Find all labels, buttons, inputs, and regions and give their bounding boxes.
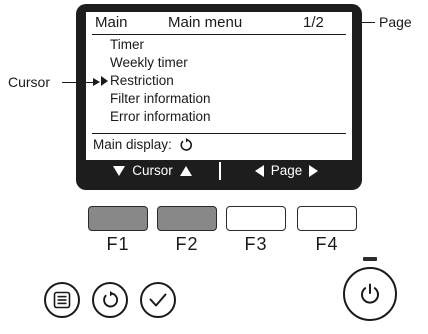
cursor-callout: Cursor	[8, 74, 51, 90]
cursor-arrow-icon	[101, 76, 108, 86]
operation-lamp	[363, 257, 377, 261]
menu-item-label: Weekly timer	[110, 55, 188, 70]
menu-button[interactable]	[44, 282, 80, 318]
lcd-panel: Main Main menu 1/2 Timer Weekly timer Re…	[86, 12, 352, 182]
return-icon	[103, 291, 119, 308]
function-bar: Cursor Page	[86, 160, 352, 182]
menu-item-label: Filter information	[110, 91, 211, 106]
return-button[interactable]	[92, 282, 128, 318]
f1-label: F1	[106, 234, 130, 254]
menu-item-weekly-timer[interactable]: Weekly timer	[86, 54, 352, 72]
main-display-hint: Main display:	[93, 135, 193, 155]
f4-label: F4	[315, 234, 339, 254]
page-hint-label: Page	[270, 163, 303, 178]
triangle-right-icon	[309, 165, 319, 177]
page-indicator: 1/2	[303, 14, 324, 31]
menu-item-label: Timer	[110, 37, 144, 52]
menu-icon	[53, 291, 71, 309]
cursor-callout-arrow-icon	[93, 78, 100, 86]
f2-button[interactable]	[157, 206, 217, 231]
f4-button[interactable]	[297, 206, 357, 231]
header-main-label: Main	[95, 14, 128, 31]
f3-label: F3	[244, 234, 268, 254]
screen-title: Main menu	[168, 14, 243, 31]
header-divider	[92, 34, 346, 35]
return-icon	[180, 138, 192, 151]
triangle-left-icon	[254, 165, 264, 177]
f3-button[interactable]	[226, 206, 286, 231]
screen-header: Main Main menu 1/2	[86, 12, 352, 34]
power-icon	[361, 283, 379, 304]
f1-button[interactable]	[88, 206, 148, 231]
lcd-screen: Main Main menu 1/2 Timer Weekly timer Re…	[76, 4, 362, 190]
page-callout-line	[362, 22, 375, 23]
triangle-up-icon	[179, 166, 192, 176]
menu-item-timer[interactable]: Timer	[86, 36, 352, 54]
page-callout: Page	[379, 14, 412, 30]
main-display-label: Main display:	[93, 137, 172, 152]
menu-item-label: Restriction	[110, 73, 174, 88]
f2-label: F2	[175, 234, 199, 254]
cursor-function-hint: Cursor	[86, 160, 219, 182]
menu-item-filter-information[interactable]: Filter information	[86, 90, 352, 108]
menu-item-error-information[interactable]: Error information	[86, 108, 352, 126]
main-menu-list: Timer Weekly timer Restriction Filter in…	[86, 36, 352, 126]
menu-item-restriction[interactable]: Restriction	[86, 72, 352, 90]
footer-divider	[92, 133, 346, 134]
page-function-hint: Page	[221, 160, 352, 182]
triangle-down-icon	[113, 166, 126, 176]
cursor-hint-label: Cursor	[132, 163, 173, 178]
checkmark-icon	[149, 293, 167, 307]
power-button[interactable]	[343, 267, 397, 321]
cursor-callout-line	[62, 82, 94, 83]
select-button[interactable]	[140, 282, 176, 318]
menu-item-label: Error information	[110, 109, 211, 124]
